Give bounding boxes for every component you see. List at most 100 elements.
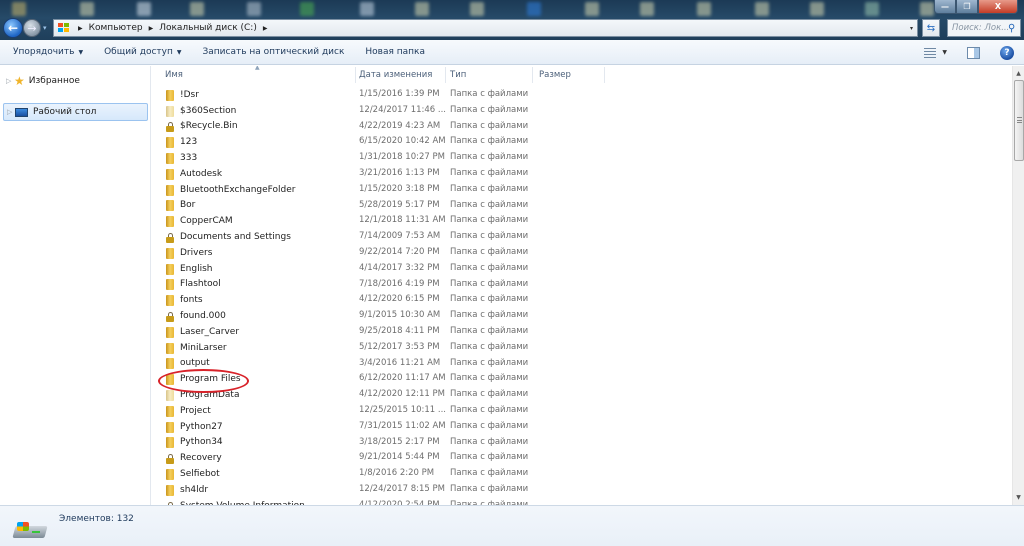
file-name: $Recycle.Bin — [180, 121, 238, 132]
help-icon[interactable]: ? — [1000, 45, 1014, 60]
expand-icon[interactable]: ▷ — [6, 77, 14, 85]
file-name: BluetoothExchangeFolder — [180, 184, 296, 195]
file-date: 7/14/2009 7:53 AM — [359, 231, 441, 242]
file-type: Папка с файлами — [450, 294, 529, 305]
vertical-scrollbar[interactable]: ▲ ▼ — [1012, 66, 1024, 505]
file-date: 1/15/2020 3:18 PM — [359, 183, 440, 194]
file-type: Папка с файлами — [450, 389, 529, 400]
file-date: 9/22/2014 7:20 PM — [359, 247, 440, 257]
sidebar-item-favorites[interactable]: ▷ ★ Избранное — [3, 72, 80, 90]
background-icon — [810, 2, 824, 16]
new-folder-button[interactable]: Новая папка — [365, 47, 425, 57]
file-type: Папка с файлами — [450, 168, 529, 178]
command-bar: Упорядочить ▼ Общий доступ ▼ Записать на о… — [0, 40, 1024, 65]
scroll-up-button[interactable]: ▲ — [1013, 67, 1024, 79]
views-dropdown-icon[interactable]: ▼ — [942, 49, 947, 56]
file-type: Папка с файлами — [450, 215, 529, 226]
address-dropdown-icon[interactable]: ▾ — [910, 25, 913, 32]
sidebar-item-label: Рабочий стол — [33, 107, 97, 117]
sidebar-item-desktop[interactable]: ▷ Рабочий стол — [3, 103, 148, 121]
breadcrumb-local-disk[interactable]: Локальный диск (C:) — [159, 23, 257, 33]
breadcrumb-separator-icon[interactable]: ▶ — [149, 25, 154, 32]
share-label: Общий доступ — [104, 47, 173, 57]
folder-icon — [165, 357, 176, 370]
folder-icon — [165, 199, 176, 212]
breadcrumb-computer[interactable]: Компьютер — [89, 23, 143, 33]
grip-icon — [1017, 117, 1022, 123]
file-type: Папка с файлами — [450, 247, 529, 257]
folder-icon — [165, 484, 176, 496]
address-bar[interactable]: ▶ Компьютер ▶ Локальный диск (C:) ▶ ▾ — [53, 19, 918, 37]
share-button[interactable]: Общий доступ ▼ — [104, 47, 181, 57]
search-box[interactable]: Поиск: Лок... ⚲ — [947, 19, 1021, 37]
search-icon[interactable]: ⚲ — [1008, 23, 1020, 34]
file-date: 3/18/2015 2:17 PM — [359, 436, 440, 447]
file-date: 7/18/2016 4:19 PM — [359, 278, 440, 289]
hidden-folder-icon — [165, 105, 176, 117]
background-icon — [865, 2, 879, 16]
file-type: Папка с файлами — [450, 405, 529, 415]
refresh-button[interactable]: ⇆ — [922, 19, 940, 37]
file-date: 9/1/2015 10:30 AM — [359, 310, 441, 321]
column-divider[interactable] — [604, 67, 605, 83]
file-date: 6/15/2020 10:42 AM — [359, 136, 446, 147]
file-date: 1/31/2018 10:27 PM — [359, 152, 445, 163]
locked-folder-icon — [165, 310, 176, 323]
computer-icon — [58, 22, 71, 34]
column-divider[interactable] — [355, 67, 356, 83]
back-button[interactable]: ← — [3, 18, 23, 38]
file-date: 12/1/2018 11:31 AM — [359, 215, 446, 226]
maximize-button[interactable]: ❐ — [956, 0, 978, 14]
background-icon — [640, 2, 654, 16]
navigation-pane: ▷ ★ Избранное ▷ Рабочий стол — [0, 66, 151, 505]
file-name: Laser_Carver — [180, 326, 240, 337]
views-icon[interactable] — [924, 47, 937, 58]
folder-icon — [165, 136, 176, 149]
column-header-name[interactable]: Имя — [165, 66, 355, 84]
recent-pages-dropdown[interactable]: ▾ — [43, 24, 47, 32]
breadcrumb-separator-icon[interactable]: ▶ — [78, 25, 83, 32]
scroll-down-button[interactable]: ▼ — [1013, 491, 1024, 503]
file-type: Папка с файлами — [450, 199, 529, 210]
breadcrumb-separator-icon[interactable]: ▶ — [263, 25, 268, 32]
file-type: Папка с файлами — [450, 136, 529, 147]
folder-icon — [165, 278, 176, 291]
file-name: sh4ldr — [180, 484, 209, 495]
file-name: fonts — [180, 295, 203, 306]
folder-icon — [165, 326, 176, 338]
file-date: 12/25/2015 10:11 ... — [359, 405, 446, 415]
organize-button[interactable]: Упорядочить ▼ — [13, 47, 83, 57]
file-type: Папка с файлами — [450, 452, 529, 463]
file-date: 4/12/2020 12:11 PM — [359, 389, 445, 400]
background-icon — [415, 2, 429, 16]
star-icon: ★ — [14, 74, 25, 88]
minimize-button[interactable]: — — [934, 0, 956, 14]
file-type: Папка с файлами — [450, 152, 529, 163]
file-name: 123 — [180, 137, 198, 148]
column-divider[interactable] — [532, 67, 533, 83]
expand-icon[interactable]: ▷ — [7, 108, 15, 116]
file-date: 1/8/2016 2:20 PM — [359, 468, 435, 479]
scrollbar-thumb[interactable] — [1014, 80, 1024, 161]
background-icon — [697, 2, 711, 16]
folder-icon — [165, 89, 176, 101]
close-button[interactable]: X — [978, 0, 1018, 14]
forward-button[interactable]: → — [23, 19, 41, 37]
background-icon — [12, 2, 26, 16]
column-divider[interactable] — [445, 67, 446, 83]
column-header-size[interactable]: Размер — [539, 66, 599, 84]
column-header-type[interactable]: Тип — [450, 66, 530, 84]
background-icon — [300, 2, 314, 16]
file-name: ProgramData — [180, 390, 240, 401]
background-icon — [247, 2, 261, 16]
file-name: Recovery — [180, 453, 222, 464]
burn-disc-button[interactable]: Записать на оптический диск — [203, 47, 345, 57]
file-name: !Dsr — [180, 89, 199, 100]
file-date: 6/12/2020 11:17 AM — [359, 373, 446, 384]
column-header-date[interactable]: Дата изменения — [359, 66, 449, 84]
search-input[interactable]: Поиск: Лок... — [952, 23, 1008, 33]
file-date: 5/28/2019 5:17 PM — [359, 199, 440, 210]
organize-label: Упорядочить — [13, 47, 75, 57]
preview-pane-icon[interactable] — [967, 46, 980, 59]
folder-icon — [165, 468, 176, 481]
